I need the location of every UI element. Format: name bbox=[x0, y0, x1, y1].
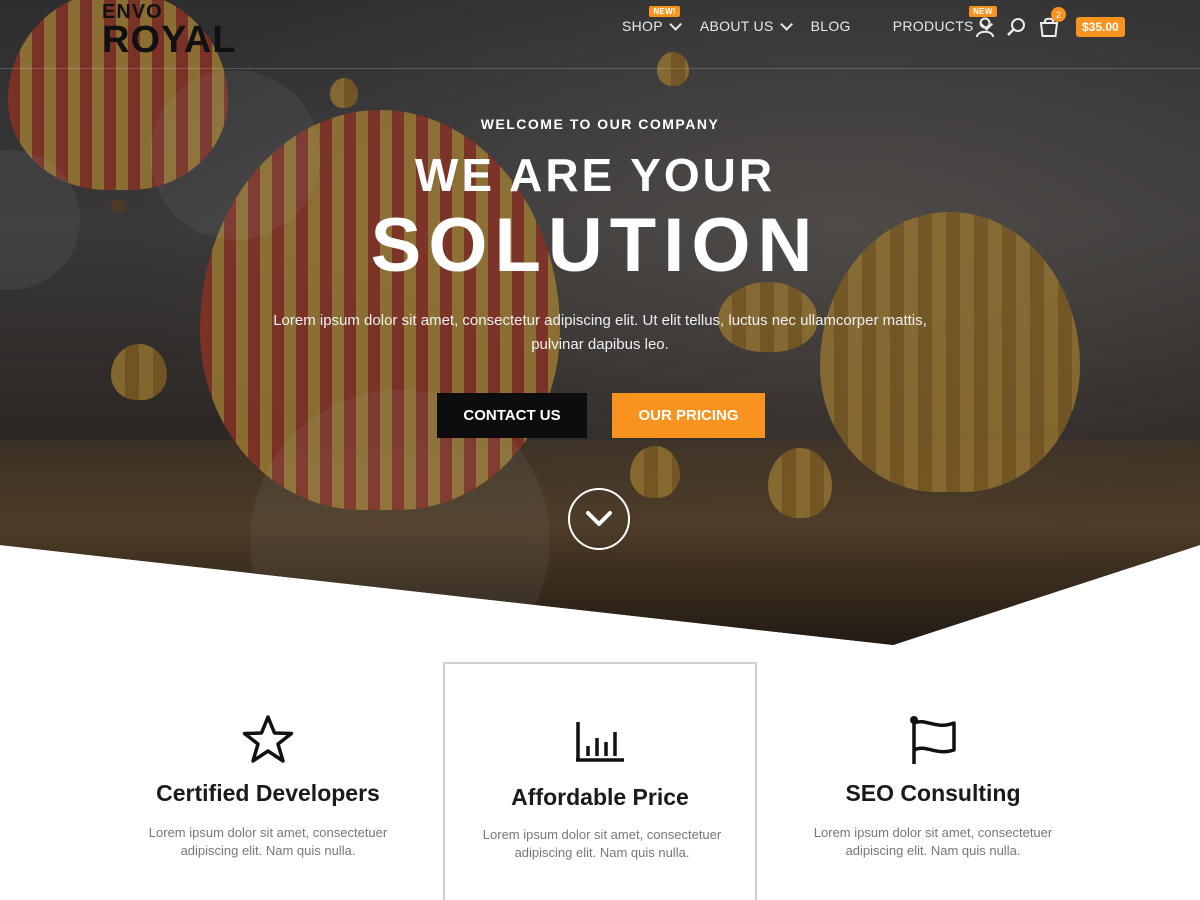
chevron-down-icon bbox=[669, 17, 682, 31]
chevron-down-icon bbox=[586, 511, 612, 526]
contact-us-button[interactable]: CONTACT US bbox=[437, 393, 587, 438]
main-nav: SHOP NEW! ABOUT US BLOG PRODUCTS NEW bbox=[622, 6, 1011, 34]
nav-item-about-us[interactable]: ABOUT US bbox=[699, 17, 793, 34]
feature-description: Lorem ipsum dolor sit amet, consectetuer… bbox=[482, 827, 722, 860]
feature-card: SEO Consulting Lorem ipsum dolor sit ame… bbox=[776, 662, 1090, 900]
chevron-down-icon bbox=[779, 17, 793, 31]
nav-divider bbox=[0, 68, 1200, 69]
brand-logo[interactable]: ENVO ROYAL bbox=[102, 2, 237, 61]
cart-icon[interactable]: 2 bbox=[1038, 7, 1066, 38]
logo-main-text: ROYAL bbox=[102, 19, 237, 61]
new-badge: NEW! bbox=[649, 6, 680, 17]
feature-title: Affordable Price bbox=[511, 784, 689, 810]
hero-title-line1: WE ARE YOUR bbox=[414, 149, 776, 201]
hero-title-line2: SOLUTION bbox=[370, 203, 820, 288]
nav-label: PRODUCTS bbox=[892, 18, 974, 34]
bar-chart-icon bbox=[445, 720, 755, 764]
our-pricing-button[interactable]: OUR PRICING bbox=[612, 393, 765, 438]
page: ENVO ROYAL SHOP NEW! ABOUT US BLOG PRODU… bbox=[0, 0, 1200, 900]
feature-card: Certified Developers Lorem ipsum dolor s… bbox=[111, 662, 425, 900]
nav-label: SHOP bbox=[622, 18, 663, 34]
star-icon bbox=[111, 714, 425, 766]
feature-description: Lorem ipsum dolor sit amet, consectetuer… bbox=[148, 825, 388, 858]
hero-subtitle: Lorem ipsum dolor sit amet, consectetur … bbox=[273, 312, 927, 353]
user-icon[interactable] bbox=[974, 16, 996, 38]
cart-count-badge: 2 bbox=[1051, 7, 1066, 22]
cart-total[interactable]: $35.00 bbox=[1076, 17, 1125, 37]
hero-eyebrow: WELCOME TO OUR COMPANY bbox=[480, 116, 720, 132]
flag-icon bbox=[776, 714, 1090, 766]
feature-title: Certified Developers bbox=[156, 780, 380, 806]
nav-item-blog[interactable]: BLOG bbox=[811, 18, 851, 34]
nav-label: ABOUT US bbox=[699, 18, 774, 34]
nav-item-shop[interactable]: SHOP NEW! bbox=[622, 6, 682, 34]
feature-card: Affordable Price Lorem ipsum dolor sit a… bbox=[443, 662, 757, 900]
nav-icons: 2 $35.00 bbox=[974, 7, 1125, 38]
feature-title: SEO Consulting bbox=[845, 780, 1021, 806]
nav-label: BLOG bbox=[810, 18, 851, 34]
feature-description: Lorem ipsum dolor sit amet, consectetuer… bbox=[813, 825, 1053, 858]
scroll-down-button[interactable] bbox=[568, 488, 630, 550]
search-icon[interactable] bbox=[1006, 16, 1028, 38]
